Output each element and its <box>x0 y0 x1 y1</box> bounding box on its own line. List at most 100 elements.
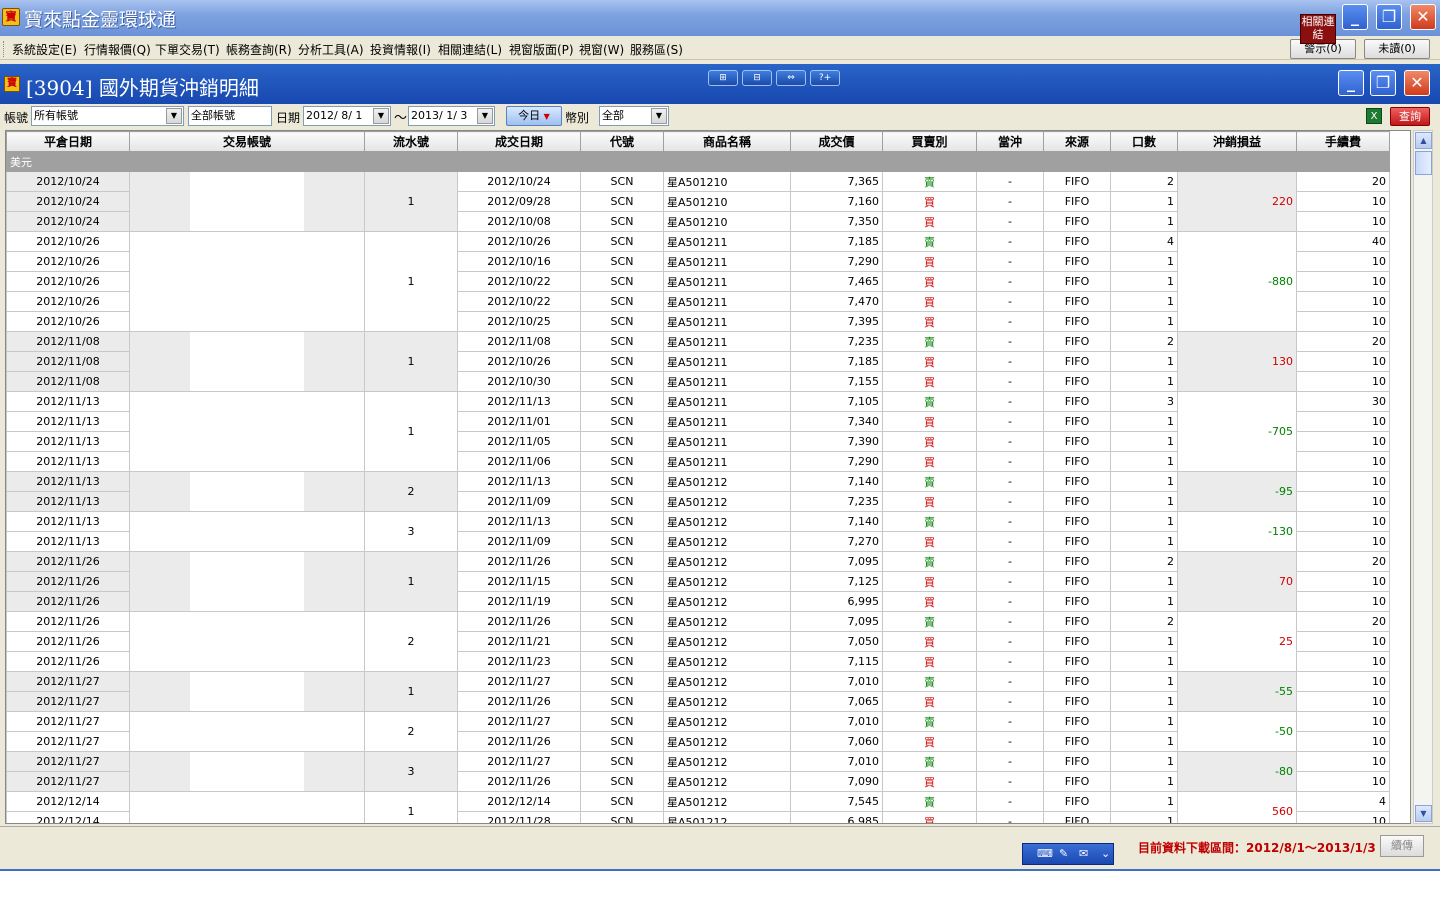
scroll-up-icon[interactable]: ▲ <box>1415 132 1432 149</box>
table-row[interactable]: 2012/11/13 1 2012/11/13 SCN 星A501211 7,105 賣 - F… <box>6 391 1390 472</box>
column-header[interactable]: 當沖 <box>976 131 1044 152</box>
trading-account-input[interactable]: 全部帳號 <box>188 106 272 126</box>
column-header[interactable]: 成交日期 <box>457 131 581 152</box>
settlement-table[interactable]: 平倉日期 交易帳號 流水號 成交日期 代號 商品名稱 成交價 買賣別 當沖 來源 口數 沖銷損益 手續費… <box>5 130 1411 824</box>
column-header[interactable]: 平倉日期 <box>6 131 130 152</box>
table-row[interactable]: 2012/11/26 1 2012/11/26 SCN 星A501212 7,095 賣 - F… <box>6 551 1390 612</box>
table-row[interactable]: 2012/10/24 1 2012/10/24 SCN 星A501210 7,365 賣 - F… <box>6 171 1390 232</box>
today-button[interactable]: 今日 ▼ <box>506 106 562 126</box>
column-header[interactable]: 口數 <box>1110 131 1178 152</box>
panel-restore-icon[interactable]: ❐ <box>1370 70 1396 96</box>
fee-cell: 10 <box>1296 431 1390 452</box>
lots-cell: 1 <box>1110 271 1178 292</box>
panel-minimize-icon[interactable]: _ <box>1338 70 1364 96</box>
close-icon[interactable]: ✕ <box>1410 4 1436 30</box>
keyboard-icon[interactable]: ⌨ <box>1037 847 1053 860</box>
pen-icon[interactable]: ✎ <box>1059 847 1068 860</box>
account-redaction <box>190 612 304 671</box>
day-trade-cell: - <box>976 251 1044 272</box>
day-trade-cell: - <box>976 711 1044 732</box>
column-header[interactable]: 成交價 <box>790 131 883 152</box>
menu-account-query[interactable]: 帳務查詢(R) <box>226 41 292 58</box>
table-row[interactable]: 2012/11/08 1 2012/11/08 SCN 星A501211 7,235 賣 - F… <box>6 331 1390 392</box>
toolbar-grip[interactable] <box>3 41 6 57</box>
layout-link-icon[interactable]: ⇔ <box>776 70 806 86</box>
column-header[interactable]: 沖銷損益 <box>1177 131 1297 152</box>
layout-tile-icon[interactable]: ⊞ <box>708 70 738 86</box>
related-links-button[interactable]: 相關連結 <box>1300 14 1336 44</box>
side-cell: 買 <box>882 651 977 672</box>
continue-download-button[interactable]: 續傳 <box>1380 835 1424 857</box>
table-row[interactable]: 2012/11/27 1 2012/11/27 SCN 星A501212 7,010 賣 - F… <box>6 671 1390 712</box>
query-button[interactable]: 查詢 <box>1390 107 1430 126</box>
symbol-cell: SCN <box>580 611 664 632</box>
source-cell: FIFO <box>1043 631 1111 652</box>
chevron-down-icon[interactable]: ▼ <box>477 108 493 124</box>
chevron-down-icon[interactable]: ▼ <box>166 108 182 124</box>
serial-number-cell: 1 <box>364 391 458 472</box>
menu-quotes[interactable]: 行情報價(Q) <box>84 41 151 58</box>
trading-account-cell <box>129 671 365 712</box>
menu-system-settings[interactable]: 系統設定(E) <box>12 41 77 58</box>
table-row[interactable]: 2012/11/13 3 2012/11/13 SCN 星A501212 7,140 賣 - F… <box>6 511 1390 552</box>
lots-cell: 1 <box>1110 751 1178 772</box>
day-trade-cell: - <box>976 551 1044 572</box>
fee-cell: 10 <box>1296 571 1390 592</box>
menu-window-layout[interactable]: 視窗版面(P) <box>509 41 574 58</box>
restore-icon[interactable]: ❐ <box>1376 4 1402 30</box>
trade-date-cell: 2012/11/26 <box>457 691 581 712</box>
ime-menu-icon[interactable]: ⌄ <box>1101 847 1110 860</box>
product-name-cell: 星A501211 <box>663 291 791 312</box>
vertical-scrollbar[interactable]: ▲ ▼ <box>1413 130 1433 824</box>
excel-export-icon[interactable]: X <box>1366 108 1382 124</box>
mail-icon[interactable]: ✉ <box>1079 847 1088 860</box>
close-date-cell: 2012/11/13 <box>6 531 130 552</box>
scroll-down-icon[interactable]: ▼ <box>1415 805 1432 822</box>
table-row[interactable]: 2012/11/26 2 2012/11/26 SCN 星A501212 7,095 賣 - F… <box>6 611 1390 672</box>
table-row[interactable]: 2012/11/27 3 2012/11/27 SCN 星A501212 7,010 賣 - F… <box>6 751 1390 792</box>
column-header[interactable]: 買賣別 <box>882 131 977 152</box>
menu-investment-info[interactable]: 投資情報(I) <box>370 41 431 58</box>
table-row[interactable]: 2012/10/26 1 2012/10/26 SCN 星A501211 7,185 賣 - F… <box>6 231 1390 332</box>
fee-cell: 10 <box>1296 771 1390 792</box>
trade-date-cell: 2012/10/24 <box>457 171 581 192</box>
day-trade-cell: - <box>976 171 1044 192</box>
menu-related-links[interactable]: 相關連結(L) <box>438 41 502 58</box>
column-header[interactable]: 來源 <box>1043 131 1111 152</box>
menu-trading[interactable]: 下單交易(T) <box>155 41 220 58</box>
currency-group-row: 美元 <box>6 151 1390 172</box>
layout-split-icon[interactable]: ⊟ <box>742 70 772 86</box>
column-header[interactable]: 代號 <box>580 131 664 152</box>
trade-price-cell: 6,995 <box>790 591 883 612</box>
trade-price-cell: 7,185 <box>790 351 883 372</box>
unread-button[interactable]: 未讀(0) <box>1364 39 1430 59</box>
source-cell: FIFO <box>1043 811 1111 823</box>
column-header[interactable]: 手續費 <box>1296 131 1390 152</box>
serial-number-cell: 2 <box>364 711 458 752</box>
column-header[interactable]: 商品名稱 <box>663 131 791 152</box>
table-row[interactable]: 2012/12/14 1 2012/12/14 SCN 星A501212 7,545 賣 - F… <box>6 791 1390 823</box>
account-select[interactable]: 所有帳號 ▼ <box>31 106 184 126</box>
side-cell: 買 <box>882 631 977 652</box>
column-header[interactable]: 流水號 <box>364 131 458 152</box>
help-icon[interactable]: ?+ <box>810 70 840 86</box>
scroll-thumb[interactable] <box>1415 151 1432 175</box>
chevron-down-icon[interactable]: ▼ <box>651 108 667 124</box>
minimize-icon[interactable]: _ <box>1342 4 1368 30</box>
table-row[interactable]: 2012/11/13 2 2012/11/13 SCN 星A501212 7,140 賣 - F… <box>6 471 1390 512</box>
source-cell: FIFO <box>1043 391 1111 412</box>
currency-select[interactable]: 全部 ▼ <box>599 106 669 126</box>
lots-cell: 1 <box>1110 451 1178 472</box>
table-row[interactable]: 2012/11/27 2 2012/11/27 SCN 星A501212 7,010 賣 - F… <box>6 711 1390 752</box>
date-to-picker[interactable]: 2013/ 1/ 3 ▼ <box>408 106 495 126</box>
ime-toolbar[interactable]: ⌨ ✎ ✉ ⌄ <box>1022 843 1114 865</box>
menu-service-area[interactable]: 服務區(S) <box>630 41 683 58</box>
panel-close-icon[interactable]: ✕ <box>1404 70 1430 96</box>
chevron-down-icon[interactable]: ▼ <box>373 108 389 124</box>
trade-price-cell: 7,155 <box>790 371 883 392</box>
menu-analysis-tools[interactable]: 分析工具(A) <box>298 41 364 58</box>
menu-window[interactable]: 視窗(W) <box>579 41 624 58</box>
date-from-picker[interactable]: 2012/ 8/ 1 ▼ <box>303 106 391 126</box>
product-name-cell: 星A501212 <box>663 471 791 492</box>
column-header[interactable]: 交易帳號 <box>129 131 365 152</box>
